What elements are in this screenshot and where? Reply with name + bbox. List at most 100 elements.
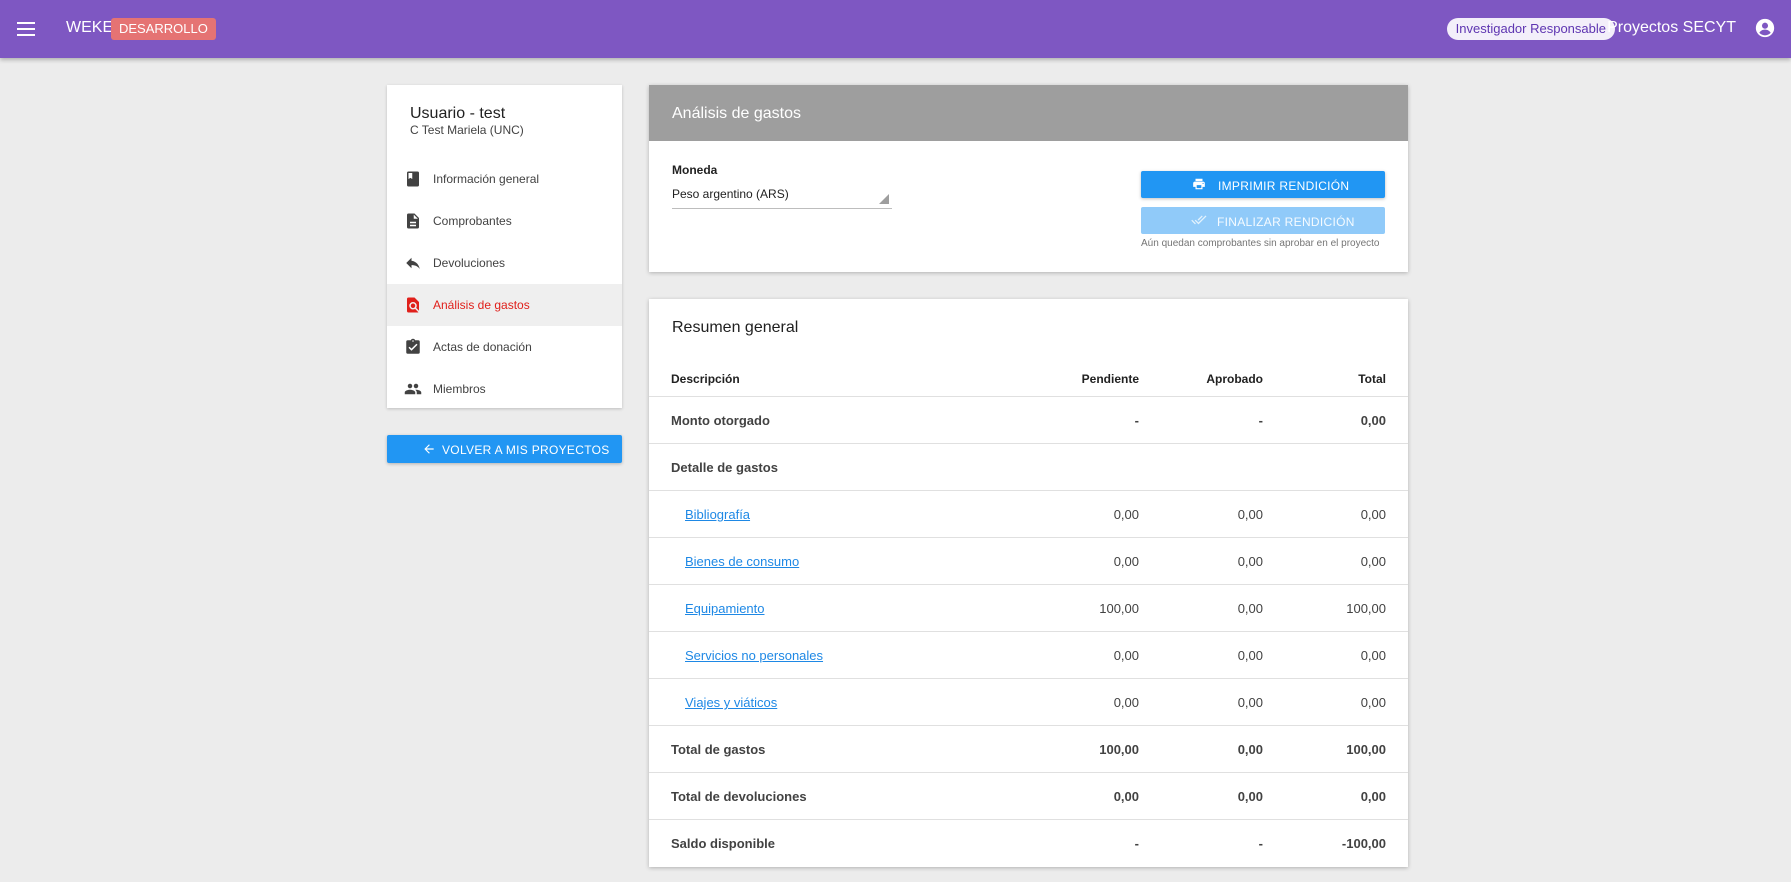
row-aprobado: 0,00 xyxy=(1237,695,1263,710)
arrow-left-icon xyxy=(422,442,436,456)
people-icon xyxy=(404,380,422,398)
app-title: WEKE xyxy=(66,19,114,36)
book-icon xyxy=(404,170,422,188)
nav-item-actas-de-donacion[interactable]: Actas de donación xyxy=(387,326,622,368)
role-chip[interactable]: Investigador Responsable xyxy=(1446,18,1615,40)
row-aprobado: 0,00 xyxy=(1237,554,1263,569)
nav-item-comprobantes[interactable]: Comprobantes xyxy=(387,200,622,242)
finish-hint-text: Aún quedan comprobantes sin aprobar en e… xyxy=(1141,238,1380,249)
row-total: 0,00 xyxy=(1360,648,1386,663)
print-icon xyxy=(1192,177,1206,191)
summary-table: Descripción Pendiente Aprobado Total Mon… xyxy=(649,351,1408,867)
nav-item-label: Actas de donación xyxy=(433,340,532,354)
column-header-pendiente: Pendiente xyxy=(1081,372,1139,386)
projects-link[interactable]: Proyectos SECYT xyxy=(1607,19,1736,37)
row-pendiente: 0,00 xyxy=(1113,554,1139,569)
row-total: 0,00 xyxy=(1360,695,1386,710)
expense-category-link[interactable]: Servicios no personales xyxy=(685,648,823,663)
back-button-label: VOLVER A MIS PROYECTOS xyxy=(442,443,610,457)
table-row: Saldo disponible - - -100,00 xyxy=(649,820,1408,867)
top-app-bar: WEKE DESARROLLO Investigador Responsable… xyxy=(0,0,1791,58)
row-aprobado: - xyxy=(1258,836,1263,851)
nav-item-analisis-de-gastos[interactable]: Análisis de gastos xyxy=(387,284,622,326)
dropdown-triangle-icon xyxy=(879,194,889,204)
table-row: Total de devoluciones 0,00 0,00 0,00 xyxy=(649,773,1408,820)
search-document-icon xyxy=(404,296,422,314)
user-name: Usuario - test xyxy=(410,105,506,122)
row-pendiente: 0,00 xyxy=(1113,648,1139,663)
column-header-total: Total xyxy=(1358,372,1386,386)
currency-label: Moneda xyxy=(672,163,718,177)
summary-card: Resumen general Descripción Pendiente Ap… xyxy=(649,299,1408,867)
table-row: Total de gastos 100,00 0,00 100,00 xyxy=(649,726,1408,773)
environment-badge: DESARROLLO xyxy=(111,18,216,40)
row-pendiente: - xyxy=(1134,413,1139,428)
nav-item-label: Devoluciones xyxy=(433,256,506,270)
nav-item-miembros[interactable]: Miembros xyxy=(387,368,622,410)
project-side-panel: Usuario - test C Test Mariela (UNC) Info… xyxy=(387,85,622,408)
document-icon xyxy=(404,212,422,230)
nav-item-label: Comprobantes xyxy=(433,214,512,228)
row-total: 0,00 xyxy=(1360,789,1386,804)
row-pendiente: 100,00 xyxy=(1099,742,1139,757)
print-rendition-button[interactable]: IMPRIMIR RENDICIÓN xyxy=(1141,171,1385,198)
row-aprobado: 0,00 xyxy=(1237,601,1263,616)
row-total: -100,00 xyxy=(1341,836,1386,851)
table-header: Descripción Pendiente Aprobado Total xyxy=(649,351,1408,397)
row-total: 0,00 xyxy=(1360,507,1386,522)
row-description: Detalle de gastos xyxy=(671,460,778,475)
table-row: Bienes de consumo 0,00 0,00 0,00 xyxy=(649,538,1408,585)
row-pendiente: 0,00 xyxy=(1113,695,1139,710)
analysis-card: Análisis de gastos Moneda Peso argentino… xyxy=(649,85,1408,272)
row-total: 0,00 xyxy=(1360,554,1386,569)
finish-button-label: FINALIZAR RENDICIÓN xyxy=(1217,215,1355,229)
row-pendiente: 0,00 xyxy=(1113,507,1139,522)
row-description: Saldo disponible xyxy=(671,836,776,851)
account-icon[interactable] xyxy=(1754,17,1776,39)
table-row: Servicios no personales 0,00 0,00 0,00 xyxy=(649,632,1408,679)
expense-category-link[interactable]: Bibliografía xyxy=(685,507,750,522)
row-total: 100,00 xyxy=(1346,742,1386,757)
row-description: Total de gastos xyxy=(671,742,766,757)
table-row-section: Detalle de gastos xyxy=(649,444,1408,491)
currency-value: Peso argentino (ARS) xyxy=(672,187,789,201)
column-header-descripcion: Descripción xyxy=(671,372,740,386)
row-pendiente: 100,00 xyxy=(1099,601,1139,616)
nav-item-informacion-general[interactable]: Información general xyxy=(387,158,622,200)
print-button-label: IMPRIMIR RENDICIÓN xyxy=(1218,179,1350,193)
nav-item-label: Información general xyxy=(433,172,540,186)
row-total: 0,00 xyxy=(1360,413,1386,428)
side-nav: Información general Comprobantes Devoluc… xyxy=(387,158,622,410)
row-pendiente: 0,00 xyxy=(1113,789,1139,804)
table-row: Equipamiento 100,00 0,00 100,00 xyxy=(649,585,1408,632)
nav-item-devoluciones[interactable]: Devoluciones xyxy=(387,242,622,284)
row-aprobado: 0,00 xyxy=(1237,507,1263,522)
row-aprobado: 0,00 xyxy=(1237,648,1263,663)
row-aprobado: - xyxy=(1258,413,1263,428)
currency-select[interactable]: Peso argentino (ARS) xyxy=(672,185,892,209)
analysis-header: Análisis de gastos xyxy=(649,85,1408,141)
row-description: Monto otorgado xyxy=(671,413,770,428)
menu-icon[interactable] xyxy=(14,16,40,42)
row-total: 100,00 xyxy=(1346,601,1386,616)
finish-rendition-button[interactable]: FINALIZAR RENDICIÓN xyxy=(1141,207,1385,234)
summary-title: Resumen general xyxy=(672,319,799,336)
expense-category-link[interactable]: Bienes de consumo xyxy=(685,554,799,569)
row-pendiente: - xyxy=(1134,836,1139,851)
user-subtitle: C Test Mariela (UNC) xyxy=(410,123,524,137)
expense-category-link[interactable]: Equipamiento xyxy=(685,601,765,616)
analysis-title: Análisis de gastos xyxy=(672,105,801,122)
expense-category-link[interactable]: Viajes y viáticos xyxy=(685,695,777,710)
reply-icon xyxy=(404,254,422,272)
table-row: Viajes y viáticos 0,00 0,00 0,00 xyxy=(649,679,1408,726)
nav-item-label: Miembros xyxy=(433,382,486,396)
row-aprobado: 0,00 xyxy=(1237,742,1263,757)
row-aprobado: 0,00 xyxy=(1237,789,1263,804)
row-description: Total de devoluciones xyxy=(671,789,807,804)
back-to-projects-button[interactable]: VOLVER A MIS PROYECTOS xyxy=(387,435,622,463)
column-header-aprobado: Aprobado xyxy=(1206,372,1263,386)
nav-item-label: Análisis de gastos xyxy=(433,298,530,312)
table-row: Monto otorgado - - 0,00 xyxy=(649,397,1408,444)
double-check-icon xyxy=(1191,213,1207,227)
clipboard-check-icon xyxy=(404,338,422,356)
